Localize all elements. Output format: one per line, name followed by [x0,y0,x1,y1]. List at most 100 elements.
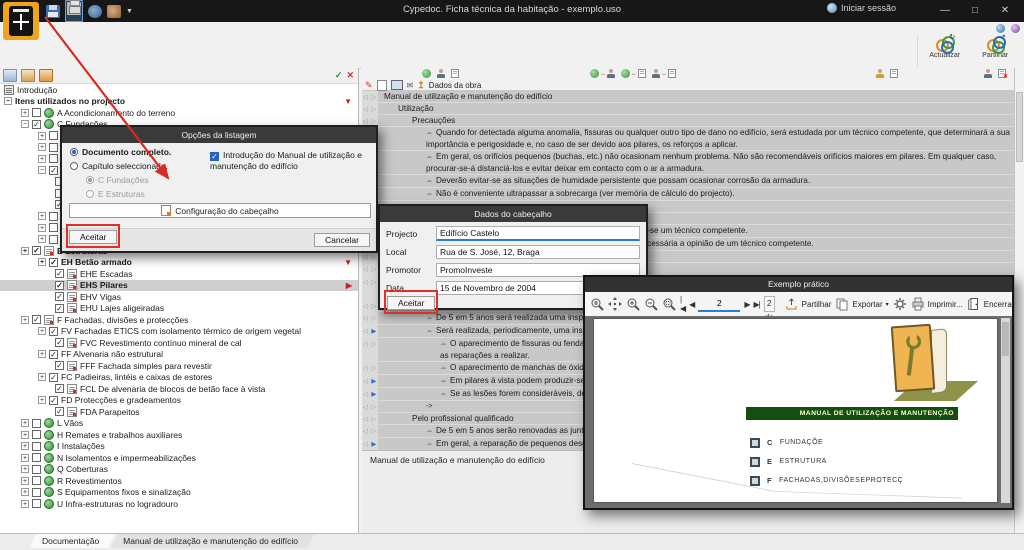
tree-item-ehs-pilares[interactable]: ✓ EHS Pilares ▶ [0,279,358,291]
cancelar-button[interactable]: Cancelar [313,233,370,247]
tree-checkbox[interactable]: ✓ [49,372,58,382]
tree-checkbox[interactable] [49,223,58,233]
collapse-icon[interactable]: − [4,97,12,106]
expand-icon[interactable]: + [21,465,29,474]
preview-imprimir-button[interactable]: Imprimir... [911,297,963,311]
list-view-icon[interactable] [3,69,17,82]
expand-icon[interactable]: + [38,327,46,336]
preview-exportar-button[interactable]: Exportar ▾ [835,297,889,311]
cancel-x-icon[interactable]: ✕ [346,70,354,81]
row-nav-arrows[interactable]: ◁ ▷ [362,362,378,374]
delete-clipboard-icon[interactable] [998,69,1008,80]
sign-in-button[interactable]: Iniciar sessão [826,3,896,13]
row-nav-arrows[interactable]: ◁ ▷ [362,413,378,424]
radio-icon[interactable] [70,148,78,156]
print-icon[interactable] [67,0,81,15]
tree-checkbox[interactable]: ✓ [32,315,41,325]
expand-right-icon[interactable]: ▷ [369,106,378,113]
prev-page-icon[interactable]: ◀ [689,300,695,309]
expand-icon[interactable]: + [21,453,29,462]
dialog-title[interactable]: Dados do cabeçalho [380,206,646,222]
partilhar-button[interactable]: ↗ Partilhar [972,34,1018,59]
print-icon-selected[interactable] [65,0,83,22]
link-web-clipboard-icon[interactable]: ↔ [621,69,646,78]
import-icon[interactable] [39,69,53,82]
zoom-in-icon[interactable] [626,297,640,311]
tree-item-fc-padieiras-lint-is-e-caixas-[interactable]: + ✓ FC Padieiras, lintéis e caixas de esto… [0,372,358,384]
maximize-button[interactable]: □ [960,0,990,22]
edit-user-icon[interactable] [876,69,884,78]
accept-check-icon[interactable]: ✓ [335,70,343,81]
projecto-input[interactable] [436,226,640,241]
update-icon[interactable] [88,4,102,18]
first-page-icon[interactable]: |◀ [680,295,686,313]
tree-checkbox[interactable] [32,487,41,497]
tree-checkbox[interactable]: ✓ [49,395,58,405]
text-bar[interactable]: ⇔ Deverão evitar-se as situações de humid… [378,175,1014,187]
zoom-out-icon[interactable] [644,297,658,311]
manual-row[interactable]: ◁ ▷⇔Quando for detectada alguma anomalia… [362,127,1014,150]
document-scrollbar[interactable] [1014,68,1024,533]
collapse-icon[interactable]: − [38,166,46,175]
minimize-button[interactable]: — [930,0,960,22]
flag-down-icon[interactable]: ▼ [344,258,352,267]
tree-item-s-equipamentos-fixos-e-sinaliz[interactable]: + S Equipamentos fixos e sinalização [0,487,358,499]
tree-checkbox[interactable]: ✓ [32,246,41,256]
tree-item-u-infra-estruturas-no-logradou[interactable]: + U Infra-estruturas no logradouro [0,498,358,510]
checkbox-introducao[interactable]: ✓ Introdução do Manual de utilização e ma… [210,150,376,171]
radio-icon[interactable] [70,162,78,170]
section-header-bar[interactable]: Utilização [378,103,1014,114]
edit-pencil-icon[interactable]: ✎ [365,80,373,91]
flag-right-icon[interactable]: ▶ [346,281,352,290]
zoom-window-icon[interactable] [662,297,676,311]
collapse-icon[interactable]: − [21,120,29,129]
flag-down-icon[interactable]: ▼ [344,97,352,106]
tree-checkbox[interactable]: ✓ [49,165,58,175]
expand-right-icon[interactable]: ▶ [369,391,378,398]
tree-checkbox[interactable]: ✓ [55,292,64,302]
expand-icon[interactable]: + [38,350,46,359]
tree-checkbox[interactable]: ✓ [55,303,64,313]
row-nav-arrows[interactable]: ◁ ▷ [362,263,378,275]
settings-gear-icon[interactable] [893,297,907,311]
tree-checkbox[interactable] [32,464,41,474]
row-nav-arrows[interactable]: ◁ ▶ [362,325,378,337]
expand-icon[interactable]: + [38,154,46,163]
tree-checkbox[interactable]: ✓ [55,361,64,371]
tree-item-h-remates-e-trabalhos-auxiliar[interactable]: + H Remates e trabalhos auxiliares [0,429,358,441]
tree-checkbox[interactable]: ✓ [55,269,64,279]
tree-item-fda-parapeitos[interactable]: ✓ FDA Parapeitos [0,406,358,418]
tree-checkbox[interactable]: ✓ [49,326,58,336]
section-header-bar[interactable]: Manual de utilização e manutenção do edi… [378,91,1014,102]
clipboard-item-icon[interactable] [451,69,459,78]
next-page-icon[interactable]: ▶ [744,300,750,309]
tab-documenta-o[interactable]: Documentação [30,534,115,548]
tree-checkbox[interactable] [49,142,58,152]
tree-item-f-fachadas-divis-es-e-protec-e[interactable]: + ✓ F Fachadas, divisões e protecções [0,314,358,326]
dialog-title[interactable]: Opções da listagem [62,127,376,143]
tree-checkbox[interactable] [32,476,41,486]
upload-icon[interactable]: ↥ [417,80,425,91]
tree-checkbox[interactable] [49,154,58,164]
actualizar-button[interactable]: ↻ Actualizar [922,34,968,59]
tree-checkbox[interactable] [32,430,41,440]
tree-checkbox[interactable]: ✓ [55,407,64,417]
expand-icon[interactable]: + [21,108,29,117]
expand-icon[interactable]: + [38,212,46,221]
row-nav-arrows[interactable]: ◁ ▶ [362,388,378,400]
tree-checkbox[interactable] [32,108,41,118]
dados-da-obra-label[interactable]: Dados da obra [429,81,481,90]
manual-row[interactable]: ◁ ▷⇔Deverão evitar-se as situações de hu… [362,175,1014,187]
row-nav-arrows[interactable]: ◁ ▷ [362,103,378,114]
radio-icon[interactable] [86,190,94,198]
expand-icon[interactable]: + [21,476,29,485]
tree-checkbox[interactable] [32,453,41,463]
expand-icon[interactable]: + [38,131,46,140]
mail-icon[interactable]: ✉ [407,81,414,90]
expand-right-icon[interactable]: ▷ [369,428,378,435]
user-item-icon[interactable] [437,69,445,78]
checkbox-icon[interactable]: ✓ [210,152,219,161]
aceitar-button[interactable]: Aceitar [387,296,436,310]
preview-scroll-thumb[interactable] [1002,322,1009,356]
expand-right-icon[interactable]: ▷ [369,279,378,286]
